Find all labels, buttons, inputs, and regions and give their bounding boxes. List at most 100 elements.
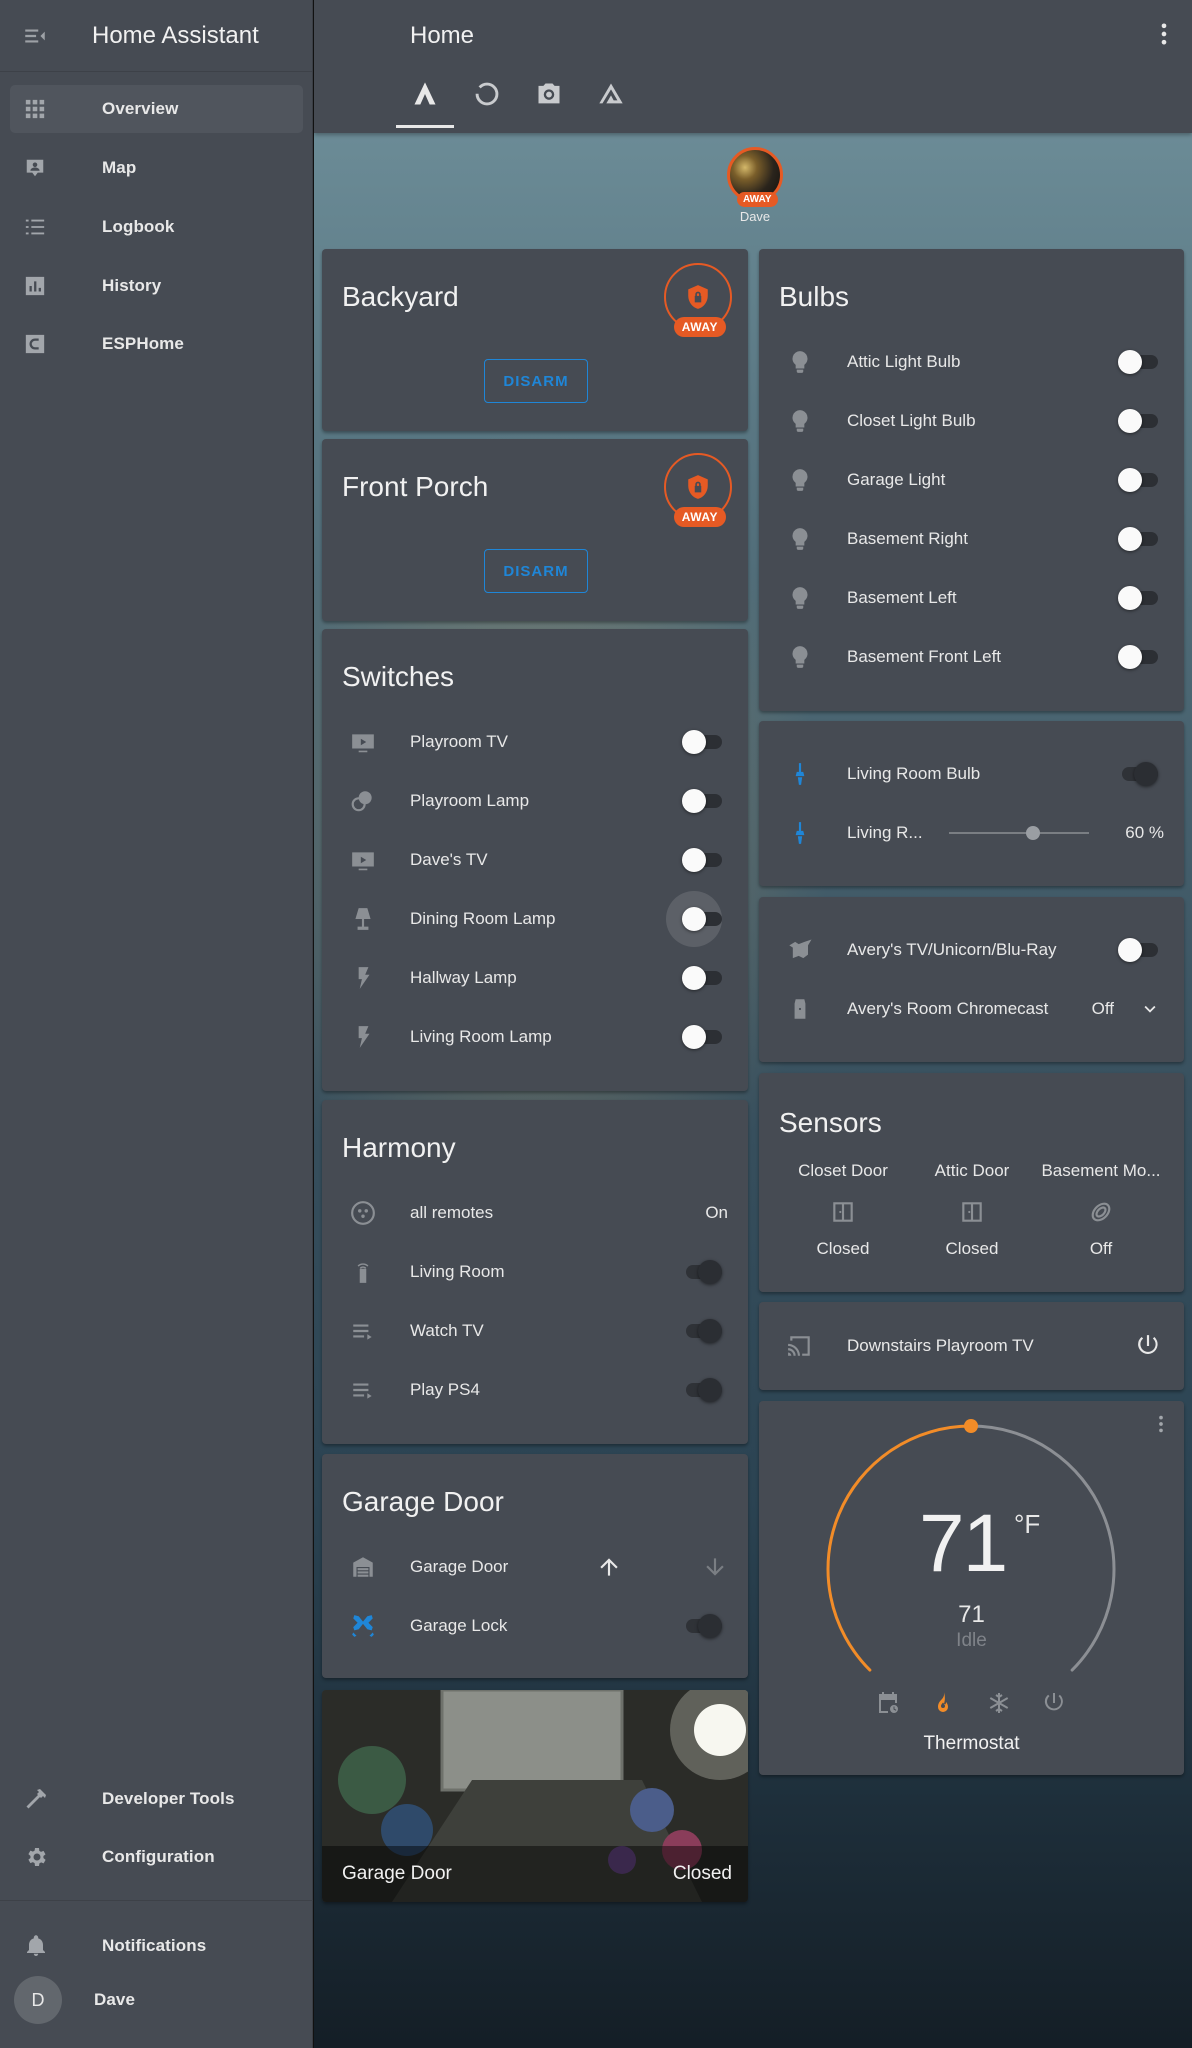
sidebar-item-logbook[interactable]: Logbook [10,203,303,251]
entity-row[interactable]: Watch TV [322,1311,748,1351]
camera-icon [535,80,563,128]
esphome-icon [24,333,64,355]
slider-knob[interactable] [1026,826,1040,840]
entity-row[interactable]: Basement Right [759,519,1184,559]
toggle-switch[interactable] [1118,644,1160,670]
entity-row[interactable]: Dining Room Lamp [322,891,748,947]
sidebar-item-esphome[interactable]: ESPHome [10,320,303,368]
entity-name: Dave's TV [410,850,488,869]
sidebar-item-user[interactable]: D Dave [10,1976,303,2024]
toggle-switch[interactable] [1118,408,1160,434]
entity-row[interactable]: Garage Light [759,460,1184,500]
entity-row[interactable]: Downstairs Playroom TV [759,1326,1184,1366]
tab-camera[interactable] [520,80,578,128]
entity-name: all remotes [410,1203,494,1222]
entity-row[interactable]: all remotes On [322,1193,748,1233]
top-app-bar: Home [314,0,1192,133]
camera-card[interactable]: Garage Door Closed [322,1690,748,1902]
sidebar-item-label: Overview [102,99,179,118]
arrow-down-icon[interactable] [702,1554,728,1580]
door-icon [778,1199,908,1225]
door-icon [907,1199,1037,1225]
bulbs-card: Bulbs Attic Light Bulb Closet Light Bulb… [759,249,1184,711]
snowflake-icon[interactable] [987,1691,1011,1715]
sidebar-item-notifications[interactable]: Notifications [10,1922,303,1970]
entity-row[interactable]: Basement Front Left [759,637,1184,677]
toggle-switch[interactable] [682,788,724,814]
toggle-switch[interactable] [682,729,724,755]
entity-row[interactable]: Living Room Bulb [759,754,1184,794]
entity-row[interactable]: Avery's Room Chromecast Off [759,989,1184,1029]
toggle-switch[interactable] [682,965,724,991]
person-badge[interactable]: AWAY Dave [725,147,785,224]
tab-home[interactable] [396,80,454,128]
home-icon [411,80,439,125]
page-title: Home [410,22,475,49]
toggle-switch[interactable] [682,847,724,873]
toggle-switch[interactable] [1118,761,1160,787]
entity-row[interactable]: Playroom Lamp [322,781,748,821]
power-icon[interactable] [1042,1691,1066,1715]
sensor-basement-motion[interactable]: Basement Mo... Off [1036,1161,1166,1259]
arrow-up-icon[interactable] [596,1554,622,1580]
entity-row[interactable]: Garage Door [322,1547,748,1587]
menu-collapse-icon[interactable] [22,23,62,49]
toggle-switch[interactable] [1118,526,1160,552]
toggle-switch[interactable] [682,1318,724,1344]
entity-row[interactable]: Closet Light Bulb [759,401,1184,441]
toggle-switch[interactable] [682,1259,724,1285]
entity-row[interactable]: Living Room Lamp [322,1017,748,1057]
bulb-icon [787,408,813,434]
toggle-switch[interactable] [682,1377,724,1403]
disarm-button[interactable]: DISARM [484,549,588,593]
main-content: Home AWAY Dave Backyard AWAY DISARM Fron… [314,0,1192,2048]
lamp-icon [350,788,376,814]
setpoint-knob[interactable] [964,1419,978,1433]
entity-row[interactable]: Living R... 60 % [759,813,1184,853]
entity-state: Off [1091,999,1114,1018]
sensor-closet-door[interactable]: Closet Door Closed [778,1161,908,1259]
sidebar-item-developer-tools[interactable]: Developer Tools [10,1775,303,1823]
entity-row[interactable]: Play PS4 [322,1370,748,1410]
entity-row[interactable]: Hallway Lamp [322,958,748,998]
thermostat-name: Thermostat [923,1733,1020,1754]
card-title: Bulbs [779,281,850,312]
entity-name: Living Room Lamp [410,1027,552,1046]
entity-row[interactable]: Attic Light Bulb [759,342,1184,382]
sidebar-item-history[interactable]: History [10,262,303,310]
entity-name: Closet Light Bulb [847,411,976,430]
sidebar-item-configuration[interactable]: Configuration [10,1833,303,1881]
user-name: Dave [94,1990,136,2009]
flash-icon [350,1024,376,1050]
toggle-switch[interactable] [1118,349,1160,375]
toggle-switch[interactable] [1118,937,1160,963]
toggle-switch[interactable] [1118,585,1160,611]
toggle-switch[interactable] [666,891,724,947]
entity-row[interactable]: Basement Left [759,578,1184,618]
entity-name: Hallway Lamp [410,968,517,987]
calendar-auto-icon[interactable] [876,1691,900,1715]
chevron-down-icon[interactable] [1139,998,1161,1020]
brightness-slider[interactable] [949,821,1089,845]
toggle-switch[interactable] [682,1024,724,1050]
disarm-button[interactable]: DISARM [484,359,588,403]
tab-triangle[interactable] [582,80,640,128]
triangle-icon [597,80,625,128]
fire-icon[interactable] [931,1691,955,1715]
entity-row[interactable]: Garage Lock [322,1606,748,1646]
overflow-menu-icon[interactable] [1150,20,1178,53]
sensor-attic-door[interactable]: Attic Door Closed [907,1161,1037,1259]
sidebar-item-overview[interactable]: Overview [10,85,303,133]
alarm-card-front-porch: Front Porch AWAY DISARM [322,439,748,621]
entity-row[interactable]: Avery's TV/Unicorn/Blu-Ray [759,930,1184,970]
entity-row[interactable]: Dave's TV [322,840,748,880]
toggle-switch[interactable] [682,1613,724,1639]
power-icon[interactable] [1135,1333,1161,1359]
entity-row[interactable]: Playroom TV [322,722,748,762]
tab-circle[interactable] [458,80,516,128]
toggle-switch[interactable] [1118,467,1160,493]
sidebar-item-map[interactable]: Map [10,144,303,192]
tv-icon [350,847,376,873]
entity-row[interactable]: Living Room [322,1252,748,1292]
card-title: Front Porch [342,471,489,502]
